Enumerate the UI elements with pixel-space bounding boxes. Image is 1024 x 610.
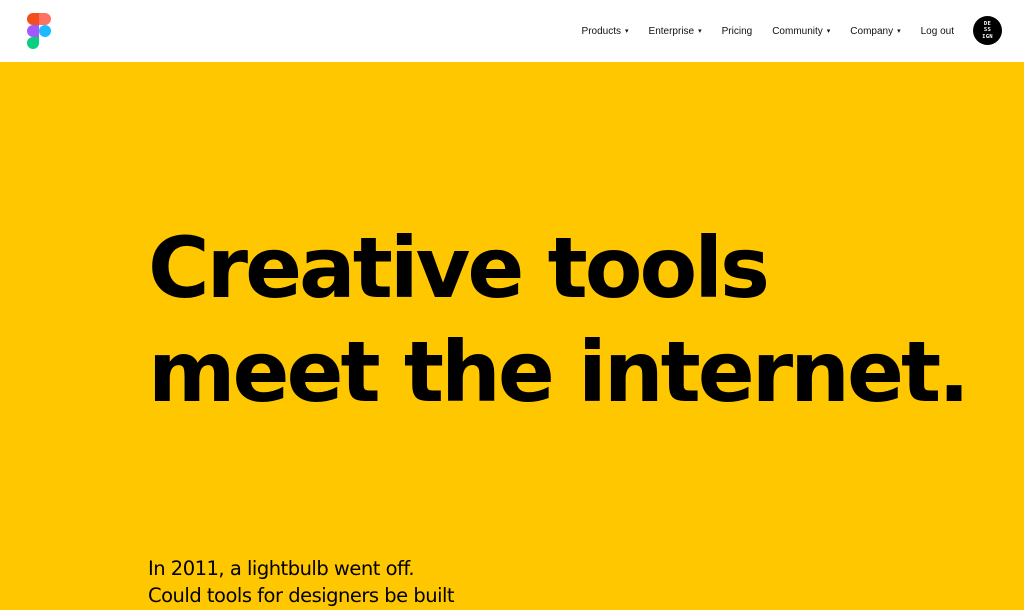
- hero-title-line: meet the internet.: [148, 323, 970, 421]
- main-nav: Products ▾ Enterprise ▾ Pricing Community ▾…: [562, 0, 954, 62]
- nav-enterprise[interactable]: Enterprise ▾: [649, 26, 702, 37]
- nav-community[interactable]: Community ▾: [772, 26, 830, 37]
- nav-products[interactable]: Products ▾: [582, 26, 629, 37]
- hero-title-line: Creative tools: [148, 219, 770, 317]
- top-navbar: Products ▾ Enterprise ▾ Pricing Community ▾…: [0, 0, 1024, 62]
- dropdown-caret-icon: ▾: [625, 28, 629, 35]
- figma-logo-icon[interactable]: [27, 13, 51, 49]
- dropdown-caret-icon: ▾: [826, 28, 831, 35]
- intro-line: Could tools for designers be built: [148, 584, 455, 607]
- avatar-line: IGN: [982, 33, 993, 40]
- nav-company[interactable]: Company ▾: [850, 26, 900, 37]
- nav-pricing[interactable]: Pricing: [722, 26, 753, 37]
- nav-log-out[interactable]: Log out: [921, 26, 954, 37]
- intro-paragraph: In 2011, a lightbulb went off. Could too…: [148, 555, 455, 609]
- user-avatar[interactable]: DE SS IGN: [973, 16, 1002, 45]
- hero-title: Creative tools meet the internet.: [148, 216, 970, 424]
- dropdown-caret-icon: ▾: [897, 28, 901, 35]
- intro-line: In 2011, a lightbulb went off.: [148, 557, 415, 580]
- dropdown-caret-icon: ▾: [698, 28, 702, 35]
